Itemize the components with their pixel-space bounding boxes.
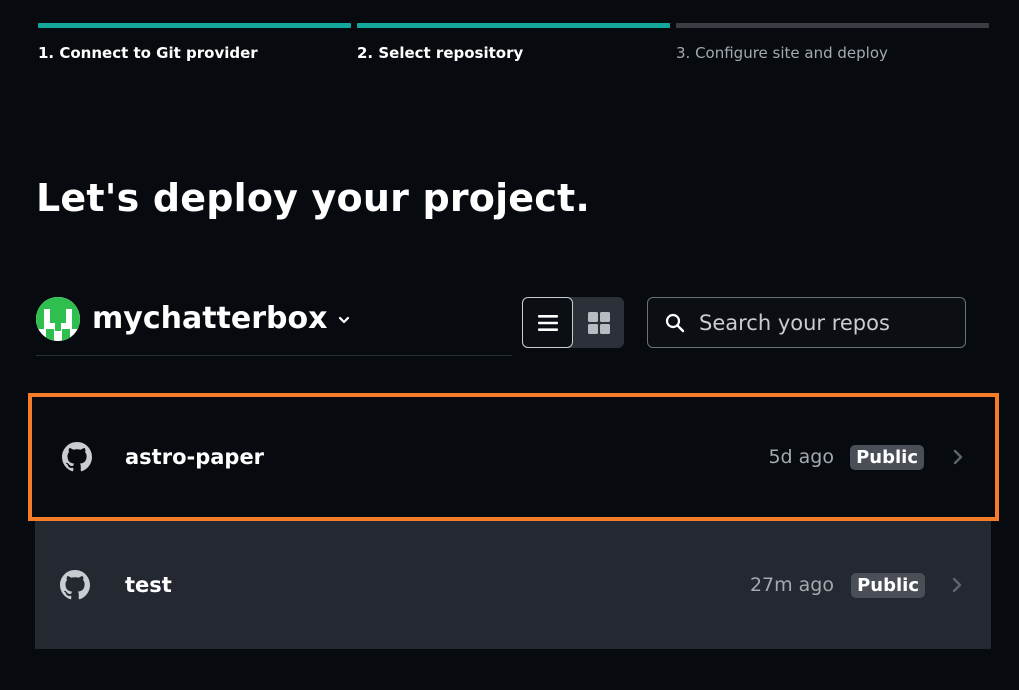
- chevron-right-icon: [952, 577, 962, 593]
- visibility-badge: Public: [850, 444, 924, 470]
- progress-stepper: 1. Connect to Git provider 2. Select rep…: [38, 23, 989, 62]
- grid-view-button[interactable]: [573, 297, 624, 348]
- list-view-button[interactable]: [522, 297, 573, 348]
- grid-view-icon: [587, 311, 610, 334]
- step-connect-git: 1. Connect to Git provider: [38, 23, 351, 62]
- repo-name: astro-paper: [125, 445, 265, 469]
- chevron-down-icon: [339, 316, 350, 324]
- repo-updated-time: 27m ago: [749, 574, 834, 596]
- step-progress-bar: [676, 23, 989, 28]
- github-icon: [60, 570, 90, 600]
- deploy-page: 1. Connect to Git provider 2. Select rep…: [0, 0, 1019, 690]
- list-view-icon: [537, 314, 558, 331]
- step-configure-deploy: 3. Configure site and deploy: [676, 23, 989, 62]
- page-title: Let's deploy your project.: [36, 176, 591, 220]
- repo-row-test[interactable]: test 27m ago Public: [35, 521, 991, 649]
- step-progress-bar: [38, 23, 351, 28]
- step-label: 2. Select repository: [357, 44, 524, 62]
- view-toggle: [522, 297, 624, 348]
- avatar: [36, 297, 80, 341]
- search-input[interactable]: [697, 309, 951, 336]
- repo-list: astro-paper 5d ago Public test 27m ago P…: [28, 393, 999, 649]
- account-selector[interactable]: mychatterbox: [36, 297, 512, 356]
- step-label: 3. Configure site and deploy: [676, 44, 888, 62]
- step-progress-bar: [357, 23, 670, 28]
- step-label: 1. Connect to Git provider: [38, 44, 258, 62]
- visibility-badge: Public: [851, 572, 925, 598]
- account-name: mychatterbox: [92, 301, 328, 336]
- repo-updated-time: 5d ago: [768, 446, 834, 468]
- search-box[interactable]: [647, 297, 966, 348]
- repo-row-astro-paper[interactable]: astro-paper 5d ago Public: [28, 393, 999, 521]
- repo-name: test: [125, 573, 172, 597]
- search-icon: [665, 313, 685, 332]
- chevron-right-icon: [953, 449, 963, 465]
- github-icon: [62, 442, 92, 472]
- step-select-repository: 2. Select repository: [357, 23, 670, 62]
